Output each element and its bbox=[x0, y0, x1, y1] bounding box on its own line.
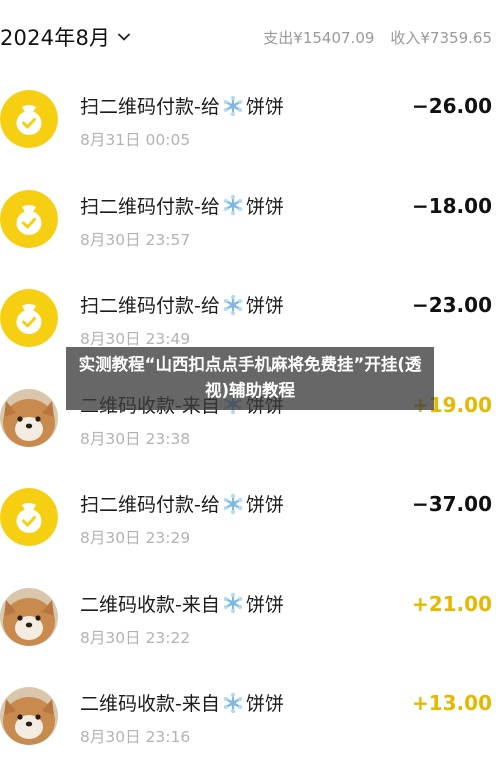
transaction-type: 扫二维码付款-给 bbox=[80, 96, 220, 118]
wallet-icon bbox=[0, 488, 58, 546]
counterparty-name: 饼饼 bbox=[245, 693, 284, 715]
wallet-icon bbox=[0, 189, 58, 248]
snowflake-icon bbox=[222, 592, 244, 614]
transaction-amount: −18.00 bbox=[411, 193, 492, 218]
transaction-type: 二维码收款-来自 bbox=[80, 593, 220, 616]
transaction-title: 扫二维码付款-给 饼饼 bbox=[80, 291, 284, 318]
transaction-type: 扫二维码付款-给 bbox=[80, 195, 220, 218]
snowflake-icon bbox=[222, 95, 244, 117]
month-summary: 支出¥15407.09 收入¥7359.65 bbox=[263, 27, 492, 48]
expense-total: 支出¥15407.09 bbox=[263, 29, 375, 47]
transaction-time: 8月30日 23:38 bbox=[80, 429, 191, 448]
transaction-time: 8月30日 23:16 bbox=[80, 728, 191, 746]
counterparty-name: 饼饼 bbox=[245, 593, 284, 616]
transaction-row[interactable]: 二维码收款-来自 饼饼 8月30日 23:22 +21.00 bbox=[0, 566, 500, 666]
income-total: 收入¥7359.65 bbox=[390, 29, 492, 47]
counterparty-name: 饼饼 bbox=[245, 96, 284, 118]
transaction-type: 扫二维码付款-给 bbox=[80, 295, 220, 317]
transaction-time: 8月30日 23:29 bbox=[80, 529, 191, 547]
watermark-overlay: 实测教程“山西扣点点手机麻将免费挂”开挂(透视)辅助教程 bbox=[66, 347, 434, 410]
transaction-amount: −26.00 bbox=[411, 94, 492, 118]
transaction-amount: +21.00 bbox=[411, 591, 492, 616]
watermark-text: 实测教程“山西扣点点手机麻将免费挂”开挂(透视)辅助教程 bbox=[78, 355, 422, 400]
counterparty-name: 饼饼 bbox=[245, 494, 284, 516]
snowflake-icon bbox=[222, 493, 244, 515]
transaction-row[interactable]: 扫二维码付款-给 饼饼 8月30日 23:29 −37.00 bbox=[0, 466, 500, 566]
month-label: 2024年8月 bbox=[0, 26, 111, 50]
transaction-title: 扫二维码付款-给 饼饼 bbox=[80, 92, 284, 119]
month-picker[interactable]: 2024年8月 bbox=[0, 22, 131, 52]
transaction-title: 扫二维码付款-给 饼饼 bbox=[80, 192, 284, 219]
transaction-time: 8月31日 00:05 bbox=[80, 131, 191, 149]
wallet-icon bbox=[0, 90, 58, 148]
snowflake-icon bbox=[222, 692, 244, 714]
transaction-amount: +13.00 bbox=[411, 691, 492, 715]
dog-avatar bbox=[0, 587, 58, 646]
transaction-amount: −23.00 bbox=[411, 293, 492, 317]
wallet-icon bbox=[0, 289, 58, 347]
transaction-type: 二维码收款-来自 bbox=[80, 693, 220, 715]
transaction-title: 扫二维码付款-给 饼饼 bbox=[80, 490, 284, 517]
transaction-row[interactable]: 扫二维码付款-给 饼饼 8月30日 23:57 −18.00 bbox=[0, 168, 500, 268]
transaction-time: 8月30日 23:22 bbox=[80, 628, 191, 647]
snowflake-icon bbox=[222, 294, 244, 316]
transaction-row[interactable]: 二维码收款-来自 饼饼 8月30日 23:16 +13.00 bbox=[0, 665, 500, 760]
header: 2024年8月 支出¥15407.09 收入¥7359.65 bbox=[0, 0, 500, 70]
transaction-amount: −37.00 bbox=[411, 492, 492, 516]
snowflake-icon bbox=[222, 194, 244, 216]
transaction-type: 扫二维码付款-给 bbox=[80, 494, 220, 516]
transaction-title: 二维码收款-来自 饼饼 bbox=[80, 590, 284, 617]
counterparty-name: 饼饼 bbox=[245, 295, 284, 317]
dog-avatar bbox=[0, 388, 58, 447]
transaction-title: 二维码收款-来自 饼饼 bbox=[80, 689, 284, 716]
chevron-down-icon bbox=[118, 33, 131, 41]
transaction-list: 扫二维码付款-给 饼饼 8月31日 00:05 −26.00 扫二维码付款-给 饼饼… bbox=[0, 68, 500, 760]
counterparty-name: 饼饼 bbox=[245, 195, 284, 218]
transaction-time: 8月30日 23:57 bbox=[80, 230, 191, 249]
transaction-row[interactable]: 扫二维码付款-给 饼饼 8月31日 00:05 −26.00 bbox=[0, 68, 500, 168]
dog-avatar bbox=[0, 687, 58, 745]
transaction-time: 8月30日 23:49 bbox=[80, 330, 191, 348]
